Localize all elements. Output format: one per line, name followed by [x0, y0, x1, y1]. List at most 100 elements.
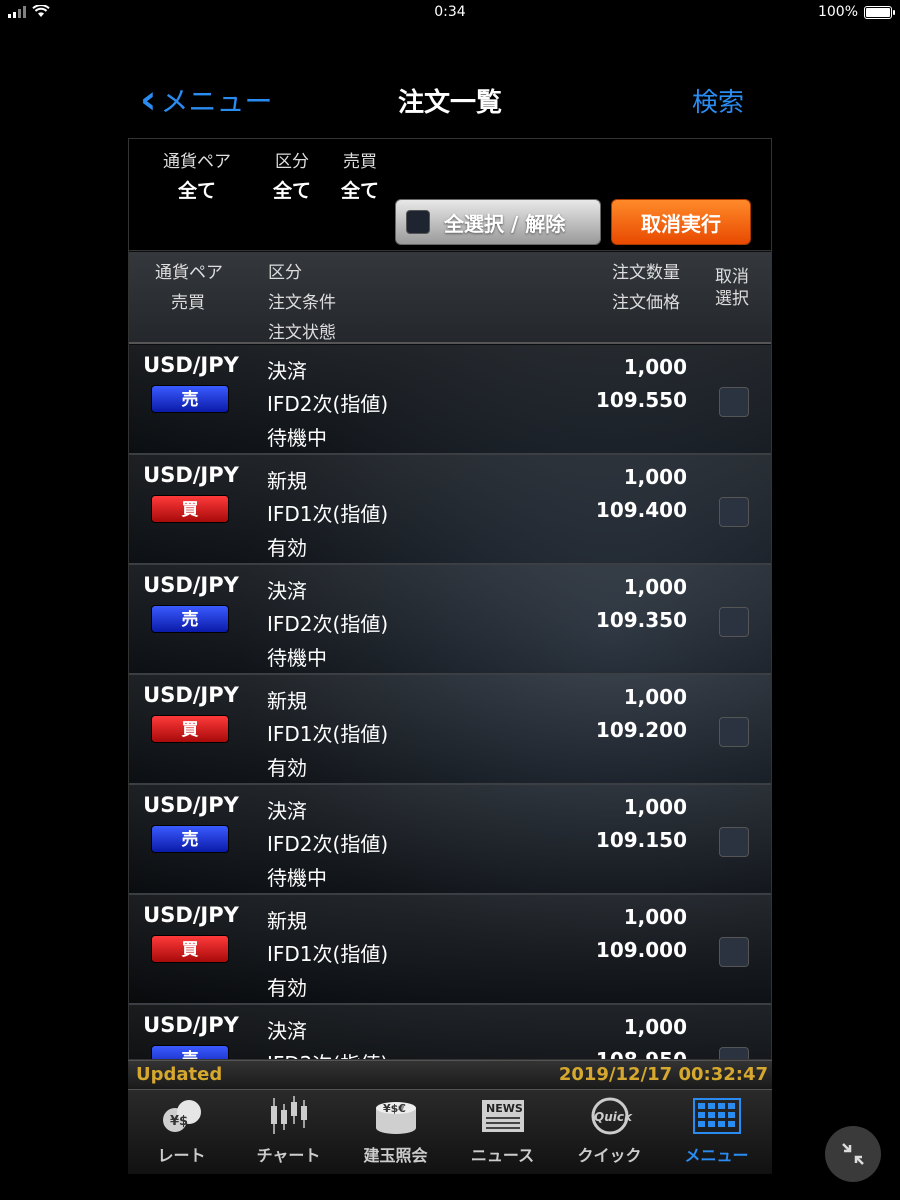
order-kubun: 新規 [267, 909, 307, 933]
order-pair: USD/JPY [143, 793, 239, 817]
row-select-checkbox[interactable] [719, 717, 749, 747]
nav-bar: ‹ メニュー 注文一覧 検索 [128, 70, 772, 130]
order-condition: IFD2次(指値) [267, 1048, 388, 1059]
battery-icon [864, 5, 895, 19]
order-list[interactable]: USD/JPY 売 決済 IFD2次(指値) 待機中 1,000 109.550… [129, 345, 771, 1059]
tab-label: クイック [577, 1146, 642, 1165]
buy-badge: 買 [151, 715, 229, 743]
order-state: 有効 [267, 976, 307, 1000]
tab-chart[interactable]: チャート [235, 1090, 342, 1174]
col-price: 注文価格 [612, 293, 680, 313]
order-row[interactable]: USD/JPY 買 新規 IFD1次(指値) 有効 1,000 109.400 [129, 455, 771, 565]
order-kubun: 決済 [267, 1019, 307, 1043]
select-all-label: 全選択 / 解除 [444, 211, 566, 236]
filter-value: 全て [177, 180, 216, 202]
filter-currency-pair[interactable]: 通貨ペア 全て [163, 147, 231, 203]
order-pair: USD/JPY [143, 683, 239, 707]
tab-label: 建玉照会 [363, 1146, 428, 1165]
quick-icon: Quick [556, 1090, 663, 1142]
order-row[interactable]: USD/JPY 買 新規 IFD1次(指値) 有効 1,000 109.000 [129, 895, 771, 1005]
order-row[interactable]: USD/JPY 買 新規 IFD1次(指値) 有効 1,000 109.200 [129, 675, 771, 785]
order-state: 待機中 [267, 646, 327, 670]
col-kubun: 区分 [268, 263, 302, 283]
updated-label: Updated [136, 1064, 223, 1085]
order-pair: USD/JPY [143, 463, 239, 487]
order-kubun: 新規 [267, 469, 307, 493]
order-row[interactable]: USD/JPY 売 決済 IFD2次(指値) 待機中 1,000 109.350 [129, 565, 771, 675]
filter-bar: 通貨ペア 全て 区分 全て 売買 全て 全選択 / 解除 取消実行 [129, 139, 771, 251]
back-button[interactable]: ‹ メニュー [140, 80, 273, 120]
status-bar: 0:34 100% [0, 0, 900, 26]
search-button[interactable]: 検索 [692, 82, 744, 119]
row-select-checkbox[interactable] [719, 387, 749, 417]
tab-quick[interactable]: Quick クイック [556, 1090, 663, 1174]
order-kubun: 決済 [267, 579, 307, 603]
order-kubun: 決済 [267, 799, 307, 823]
cancel-execute-button[interactable]: 取消実行 [611, 199, 751, 245]
menu-grid-icon [663, 1090, 770, 1142]
order-row[interactable]: USD/JPY 売 決済 IFD2次(指値) 待機中 1,000 109.550 [129, 345, 771, 455]
order-condition: IFD2次(指値) [267, 612, 389, 636]
row-select-checkbox[interactable] [719, 937, 749, 967]
tab-menu[interactable]: メニュー [663, 1090, 770, 1174]
row-select-checkbox[interactable] [719, 497, 749, 527]
tab-position[interactable]: ¥$€ 建玉照会 [342, 1090, 449, 1174]
order-qty: 1,000 [623, 465, 687, 489]
news-icon: NEWS [449, 1090, 556, 1142]
collapse-float-button[interactable] [825, 1126, 881, 1182]
tab-bar: ¥$ レート チャート ¥$€ 建玉照会 NEWS ニュース Quick クイッ… [128, 1090, 772, 1174]
col-pair: 通貨ペア [155, 263, 223, 283]
order-condition: IFD1次(指値) [267, 942, 389, 966]
back-label: メニュー [160, 85, 273, 118]
filter-label: 区分 [275, 152, 309, 172]
order-state: 待機中 [267, 426, 327, 450]
buy-badge: 買 [151, 495, 229, 523]
filter-label: 売買 [343, 152, 377, 172]
select-all-button[interactable]: 全選択 / 解除 [395, 199, 601, 245]
row-select-checkbox[interactable] [719, 607, 749, 637]
order-state: 有効 [267, 756, 307, 780]
order-qty: 1,000 [623, 795, 687, 819]
buy-badge: 買 [151, 935, 229, 963]
order-state: 待機中 [267, 866, 327, 890]
order-pair: USD/JPY [143, 1013, 239, 1037]
row-select-checkbox[interactable] [719, 1047, 749, 1059]
order-row[interactable]: USD/JPY 売 決済 IFD2次(指値) 1,000 108.950 [129, 1005, 771, 1059]
order-condition: IFD2次(指値) [267, 392, 389, 416]
order-pair: USD/JPY [143, 573, 239, 597]
order-price: 109.550 [595, 388, 687, 412]
position-icon-text: ¥$€ [383, 1102, 406, 1115]
battery-percent: 100% [817, 4, 858, 20]
col-state: 注文状態 [268, 323, 336, 343]
order-qty: 1,000 [623, 905, 687, 929]
order-price: 109.150 [595, 828, 687, 852]
order-state: 有効 [267, 536, 307, 560]
order-kubun: 決済 [267, 359, 307, 383]
order-qty: 1,000 [623, 685, 687, 709]
checkbox-icon [406, 210, 430, 234]
order-qty: 1,000 [623, 1015, 687, 1039]
order-pair: USD/JPY [143, 903, 239, 927]
updated-bar: Updated 2019/12/17 00:32:47 [128, 1060, 772, 1090]
order-qty: 1,000 [623, 575, 687, 599]
tab-rate[interactable]: ¥$ レート [128, 1090, 235, 1174]
order-condition: IFD2次(指値) [267, 832, 389, 856]
row-select-checkbox[interactable] [719, 827, 749, 857]
news-icon-text: NEWS [486, 1102, 523, 1115]
tab-news[interactable]: NEWS ニュース [449, 1090, 556, 1174]
order-price: 109.200 [595, 718, 687, 742]
order-condition: IFD1次(指値) [267, 502, 389, 526]
quick-icon-text: Quick [594, 1110, 633, 1124]
tab-label: チャート [256, 1146, 321, 1165]
col-side: 売買 [171, 293, 205, 313]
filter-side[interactable]: 売買 全て [341, 147, 379, 203]
filter-kubun[interactable]: 区分 全て [273, 147, 311, 203]
filter-value: 全て [341, 180, 380, 202]
chart-icon [235, 1090, 342, 1142]
sell-badge: 売 [151, 1045, 229, 1059]
sell-badge: 売 [151, 605, 229, 633]
sell-badge: 売 [151, 825, 229, 853]
sell-badge: 売 [151, 385, 229, 413]
order-qty: 1,000 [623, 355, 687, 379]
order-row[interactable]: USD/JPY 売 決済 IFD2次(指値) 待機中 1,000 109.150 [129, 785, 771, 895]
